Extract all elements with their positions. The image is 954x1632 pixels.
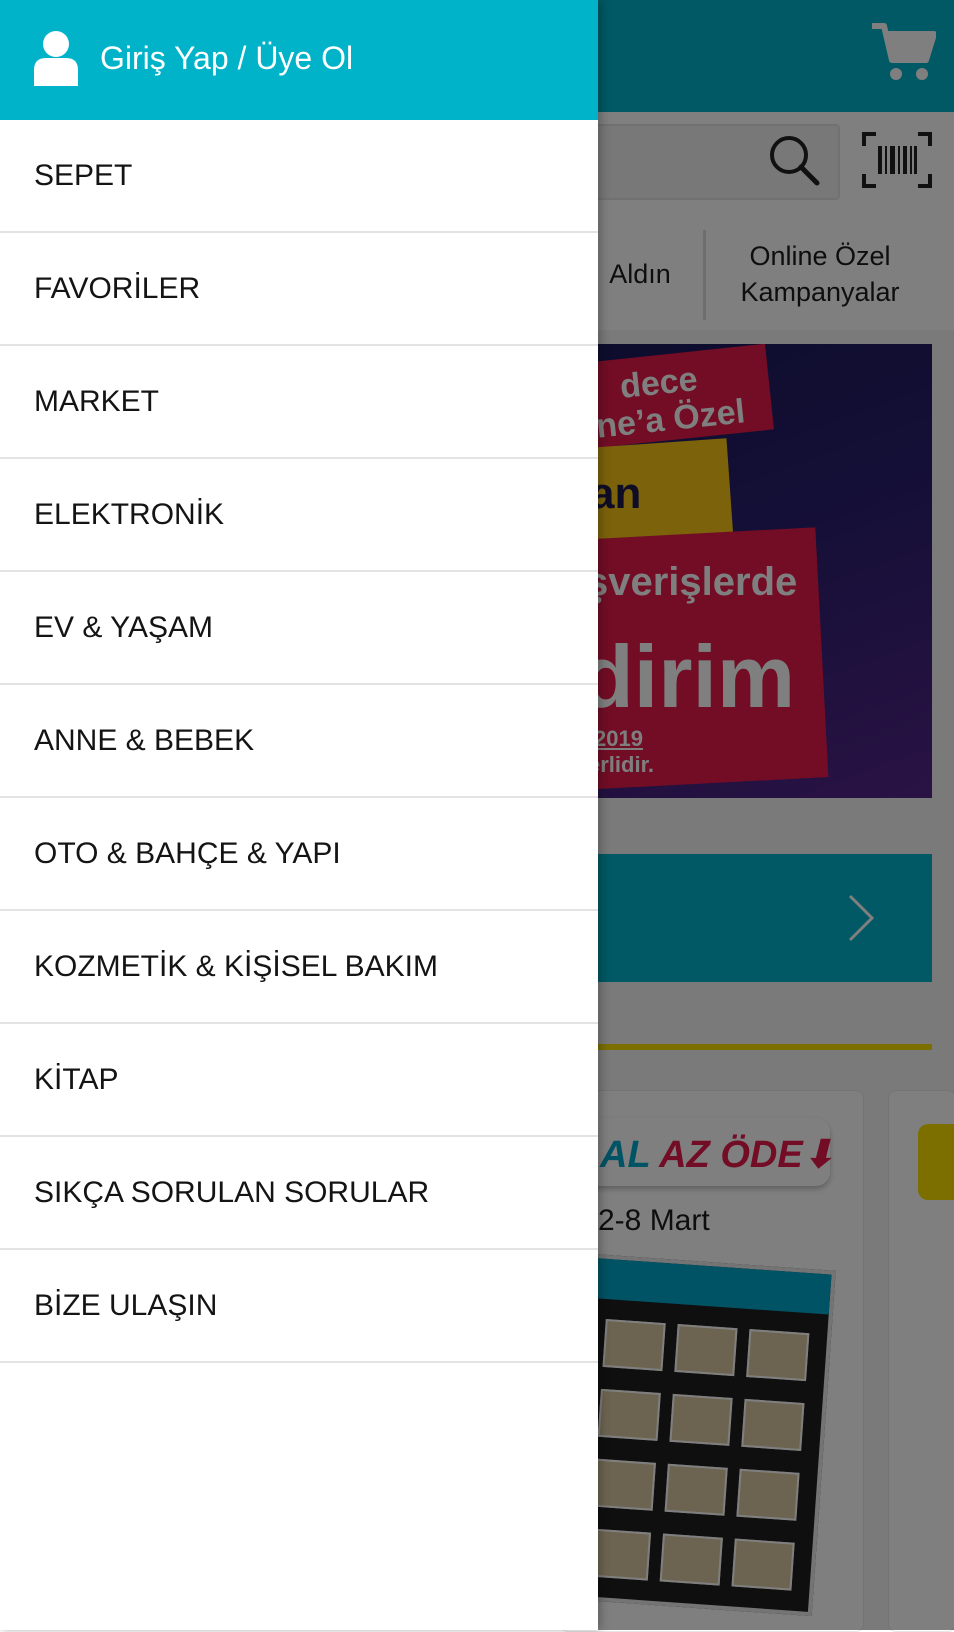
menu-item-market[interactable]: MARKET [0,346,598,459]
menu-item-kitap[interactable]: KİTAP [0,1024,598,1137]
menu-item-label: SIKÇA SORULAN SORULAR [34,1176,430,1209]
login-register-link[interactable]: Giriş Yap / Üye Ol [100,38,353,78]
menu-item-kozmetik[interactable]: KOZMETİK & KİŞİSEL BAKIM [0,911,598,1024]
menu-item-label: EV & YAŞAM [34,611,213,644]
menu-item-anne-bebek[interactable]: ANNE & BEBEK [0,685,598,798]
menu-item-label: OTO & BAHÇE & YAPI [34,837,341,870]
menu-item-sepet[interactable]: SEPET [0,120,598,233]
user-icon [34,31,78,86]
menu-item-sss[interactable]: SIKÇA SORULAN SORULAR [0,1137,598,1250]
menu-item-favoriler[interactable]: FAVORİLER [0,233,598,346]
menu-item-label: KOZMETİK & KİŞİSEL BAKIM [34,950,438,983]
menu-item-bize-ulasin[interactable]: BİZE ULAŞIN [0,1250,598,1363]
menu-item-oto-bahce-yapi[interactable]: OTO & BAHÇE & YAPI [0,798,598,911]
drawer-menu: SEPET FAVORİLER MARKET ELEKTRONİK EV & Y… [0,120,598,1363]
menu-item-label: KİTAP [34,1063,119,1096]
menu-item-elektronik[interactable]: ELEKTRONİK [0,459,598,572]
menu-item-label: FAVORİLER [34,272,201,305]
navigation-drawer: Giriş Yap / Üye Ol SEPET FAVORİLER MARKE… [0,0,598,1630]
drawer-header[interactable]: Giriş Yap / Üye Ol [0,0,598,120]
menu-item-ev-yasam[interactable]: EV & YAŞAM [0,572,598,685]
menu-item-label: BİZE ULAŞIN [34,1289,218,1322]
menu-item-label: MARKET [34,385,160,418]
menu-item-label: SEPET [34,159,133,192]
menu-item-label: ANNE & BEBEK [34,724,255,757]
menu-item-label: ELEKTRONİK [34,498,225,531]
